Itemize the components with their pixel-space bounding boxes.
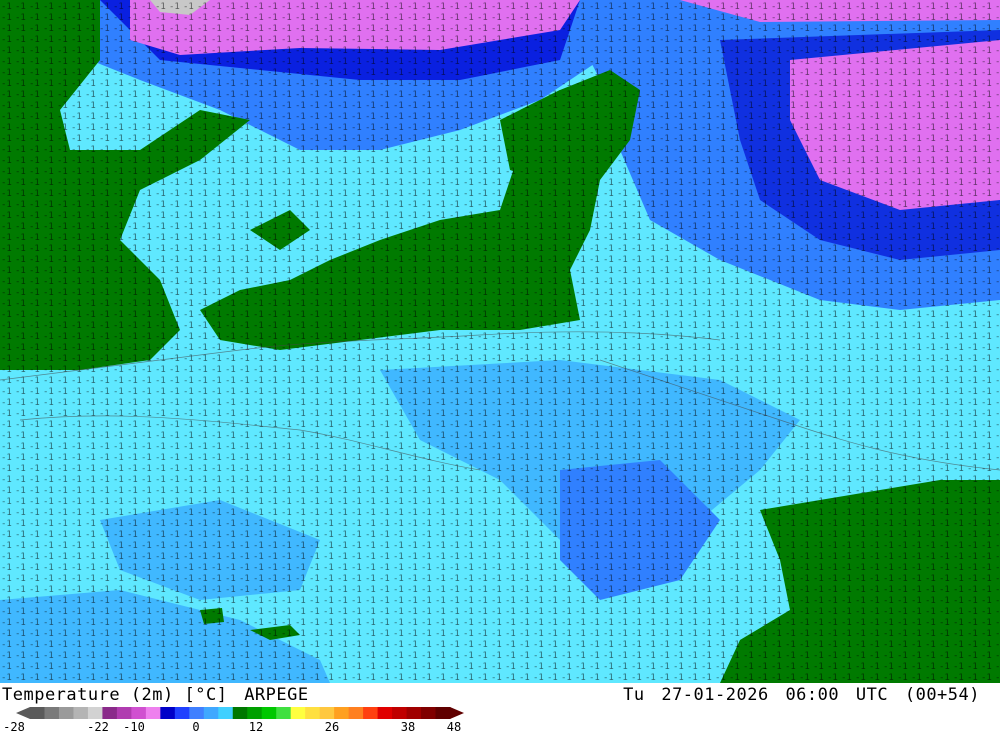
legend-ticks: -28 -22 -10 0 12 26 38 48 <box>3 720 461 733</box>
legend-swatch <box>392 707 408 719</box>
legend-swatch <box>116 707 132 719</box>
legend-tick-label: -22 <box>87 720 109 733</box>
legend-swatch <box>276 707 292 719</box>
legend-swatch <box>203 707 219 719</box>
value-labels-overlay <box>0 0 1000 683</box>
color-legend: -28 -22 -10 0 12 26 38 48 <box>3 707 464 733</box>
legend-tick-label: 26 <box>325 720 339 733</box>
legend-swatch <box>189 707 205 719</box>
legend-tick-label: 48 <box>447 720 461 733</box>
legend-swatch <box>58 707 74 719</box>
legend-arrow-right <box>450 707 464 719</box>
legend-swatch <box>218 707 234 719</box>
map-canvas: -1 2 <box>0 0 1000 683</box>
legend-swatch <box>247 707 263 719</box>
legend-tick-label: 38 <box>401 720 415 733</box>
legend-tick-label: -10 <box>123 720 145 733</box>
legend-tick-label: 12 <box>249 720 263 733</box>
valid-time: Tu 27-01-2026 06:00 UTC (00+54) <box>623 685 986 705</box>
legend-swatch <box>73 707 89 719</box>
legend-swatch <box>87 707 103 719</box>
variable-label: Temperature (2m) [°C] <box>2 685 228 705</box>
legend-swatch <box>305 707 321 719</box>
time-label: 06:00 <box>785 685 840 705</box>
legend-swatch <box>160 707 176 719</box>
legend-arrow-left <box>16 707 30 719</box>
map-title: Temperature (2m) [°C] ARPEGE <box>2 685 315 705</box>
legend-swatch <box>261 707 277 719</box>
date-label: 27-01-2026 <box>661 685 769 705</box>
legend-swatch <box>435 707 451 719</box>
legend-swatch <box>334 707 350 719</box>
legend-swatch <box>174 707 190 719</box>
day-label: Tu <box>623 685 645 705</box>
legend-swatches <box>16 707 464 719</box>
legend-swatch <box>232 707 248 719</box>
legend-swatch <box>145 707 161 719</box>
legend-tick-label: -28 <box>3 720 25 733</box>
legend-swatch <box>290 707 306 719</box>
legend-swatch <box>131 707 147 719</box>
legend-swatch <box>44 707 60 719</box>
legend-swatch <box>102 707 118 719</box>
legend-swatch <box>363 707 379 719</box>
legend-tick-label: 0 <box>192 720 199 733</box>
forecast-hour-label: (00+54) <box>904 685 980 705</box>
model-label: ARPEGE <box>244 685 309 705</box>
temperature-map: -1 2 <box>0 0 1000 683</box>
legend-swatch <box>421 707 437 719</box>
legend-swatch <box>377 707 393 719</box>
legend-swatch <box>319 707 335 719</box>
timezone-label: UTC <box>855 685 889 705</box>
legend-swatch <box>30 707 45 719</box>
legend-swatch <box>348 707 364 719</box>
legend-swatch <box>406 707 422 719</box>
map-footer: Temperature (2m) [°C] ARPEGE Tu 27-01-20… <box>0 683 1000 733</box>
